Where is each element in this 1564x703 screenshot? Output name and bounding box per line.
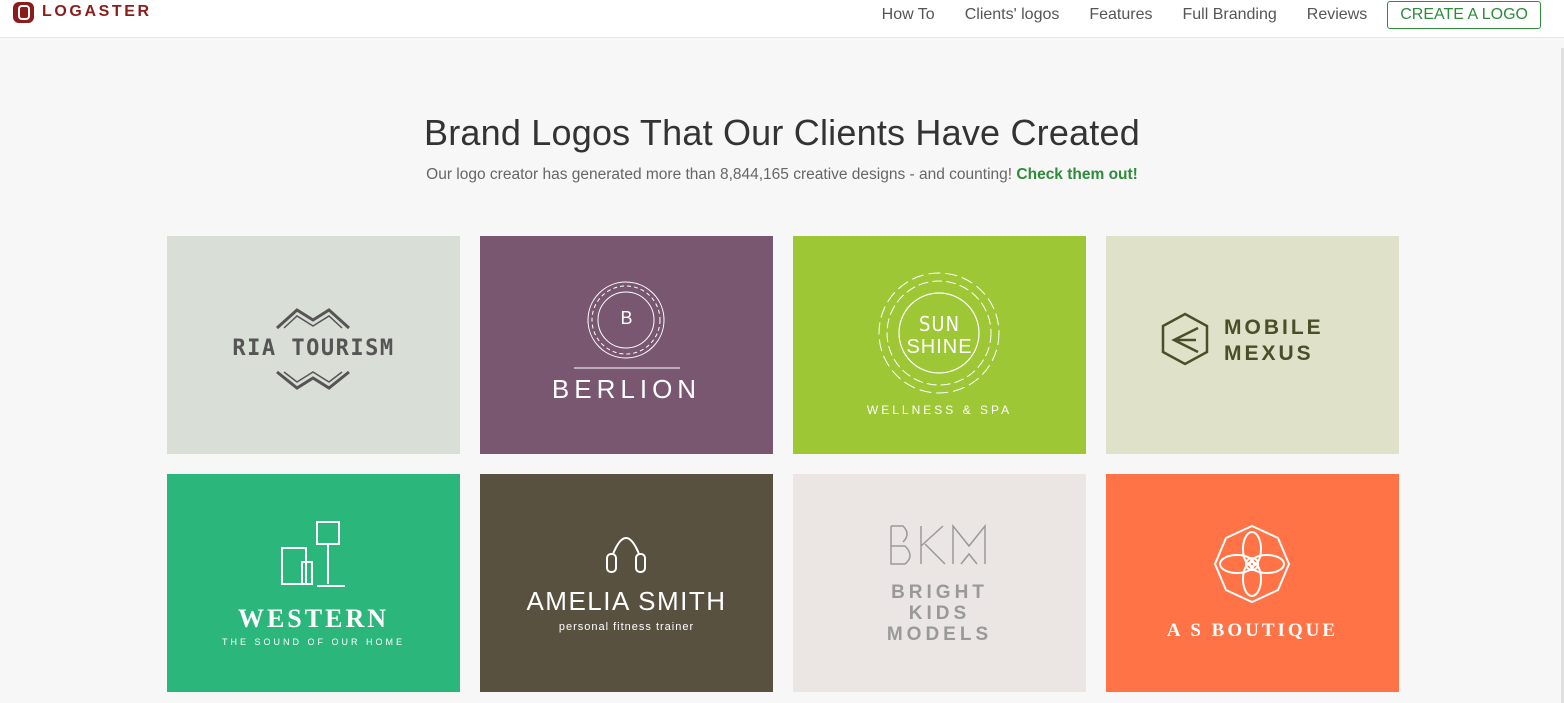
nav-reviews[interactable]: Reviews (1307, 6, 1367, 24)
nav-full-branding[interactable]: Full Branding (1183, 6, 1277, 24)
logo-tile-berlion[interactable]: B BERLION (480, 236, 773, 454)
tile-brand-line-2: MEXUS (1224, 342, 1314, 365)
ornament-wreath-icon (574, 281, 680, 369)
tile-brand-name: WESTERN (237, 604, 390, 633)
tile-tagline: THE SOUND OF OUR HOME (221, 637, 405, 647)
jump-rope-icon (606, 537, 646, 573)
tile-brand-name: BERLION (551, 374, 702, 404)
logo-tile-western[interactable]: WESTERN THE SOUND OF OUR HOME (167, 474, 460, 692)
top-navigation-bar: LOGASTER How To Clients' logos Features … (0, 0, 1564, 38)
tile-brand-name: A S BOUTIQUE (1166, 620, 1339, 641)
check-them-out-link[interactable]: Check them out! (1016, 166, 1137, 183)
tile-brand-line-2: KIDS (908, 603, 971, 624)
tile-brand-line-2: SHINE (906, 336, 973, 358)
subtitle-text: Our logo creator has generated more than… (426, 166, 1013, 183)
tile-brand-line-1: SUN (918, 312, 961, 336)
logo-tile-ria-tourism[interactable]: RIA TOURISM (167, 236, 460, 454)
tile-brand-name: RIA TOURISM (232, 336, 395, 361)
tile-tagline: personal fitness trainer (558, 621, 695, 633)
tile-monogram: B (620, 308, 633, 328)
nav-how-to[interactable]: How To (882, 6, 935, 24)
tile-brand-line-3: MODELS (886, 624, 993, 645)
logo-tile-amelia-smith[interactable]: AMELIA SMITH personal fitness trainer (480, 474, 773, 692)
logaster-logo[interactable]: LOGASTER (13, 1, 152, 23)
nav-clients-logos[interactable]: Clients' logos (965, 6, 1060, 24)
logo-tile-mobile-mexus[interactable]: MOBILE MEXUS (1106, 236, 1399, 454)
tile-brand-line-1: MOBILE (1224, 316, 1324, 339)
lamp-armchair-icon (281, 521, 345, 587)
tile-brand-line-1: BRIGHT (891, 582, 988, 603)
page-subtitle: Our logo creator has generated more than… (0, 166, 1564, 184)
page-title: Brand Logos That Our Clients Have Create… (424, 112, 1140, 153)
create-a-logo-button[interactable]: CREATE A LOGO (1387, 1, 1541, 29)
main-nav: How To Clients' logos Features Full Bran… (852, 0, 1564, 30)
tile-tagline: WELLNESS & SPA (866, 403, 1013, 417)
logo-tile-sunshine[interactable]: SUN SHINE WELLNESS & SPA (793, 236, 1086, 454)
logaster-logo-icon (13, 1, 34, 23)
logo-tile-bright-kids-models[interactable]: BRIGHT KIDS MODELS (793, 474, 1086, 692)
mandala-flower-icon (1213, 524, 1291, 604)
nav-features[interactable]: Features (1089, 6, 1152, 24)
logo-tile-as-boutique[interactable]: A S BOUTIQUE (1106, 474, 1399, 692)
brand-name: LOGASTER (42, 3, 152, 20)
tile-brand-name: AMELIA SMITH (526, 586, 727, 616)
